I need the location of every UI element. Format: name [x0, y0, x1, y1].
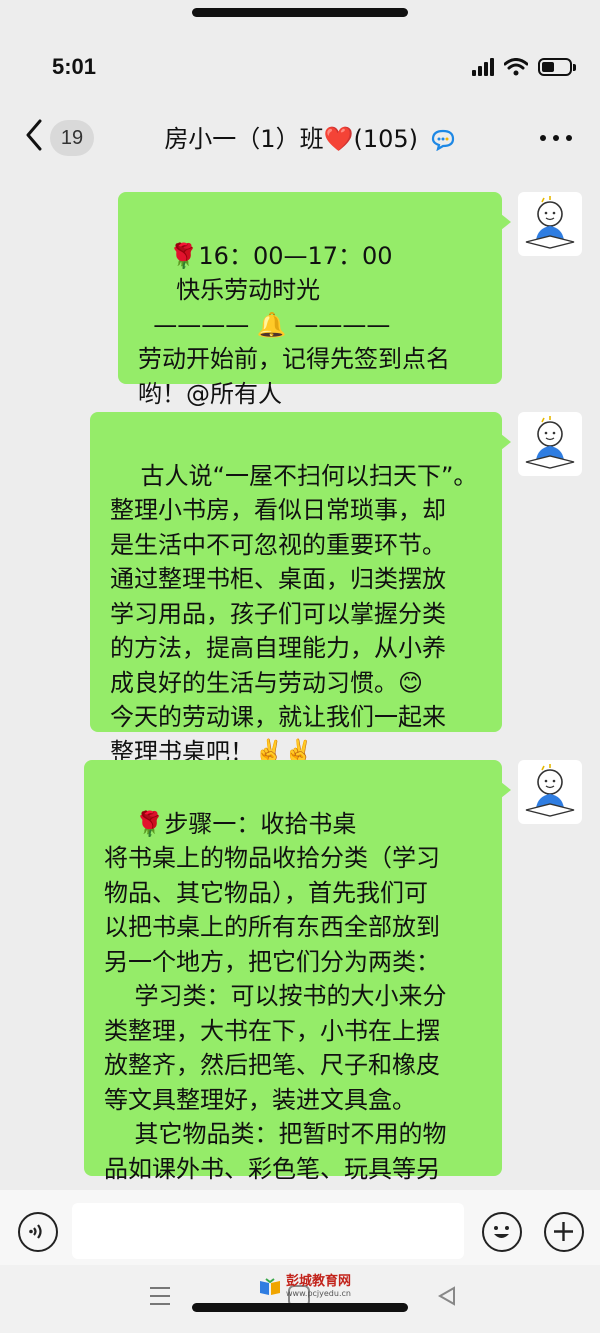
watermark-brand: 彭城教育网	[286, 1274, 352, 1289]
system-navigation-bar: 彭城教育网 www.pcjyedu.cn	[0, 1265, 600, 1333]
input-bar	[0, 1190, 600, 1270]
wifi-icon	[504, 58, 528, 76]
message-input[interactable]	[72, 1203, 464, 1259]
chat-header: 19 房小一（1）班❤️(105)	[0, 105, 600, 167]
message-list: 🌹16：00—17：00 快乐劳动时光 ———— 🔔 ———— 劳动开始前，记得…	[0, 180, 600, 1217]
battery-icon	[538, 58, 576, 76]
avatar[interactable]	[518, 192, 582, 256]
home-indicator[interactable]	[192, 1303, 408, 1312]
chat-title: 房小一（1）班❤️(105)	[120, 119, 500, 154]
message-bubble[interactable]: 古人说“一屋不扫何以扫天下”。 整理小书房，看似日常琐事，却 是生活中不可忽视的…	[90, 412, 511, 766]
back-icon[interactable]	[20, 117, 50, 153]
watermark: 彭城教育网 www.pcjyedu.cn	[258, 1275, 351, 1298]
message-text: 古人说“一屋不扫何以扫天下”。 整理小书房，看似日常琐事，却 是生活中不可忽视的…	[110, 461, 478, 766]
avatar[interactable]	[518, 412, 582, 476]
cellular-signal-icon	[472, 58, 494, 76]
top-notch-pill	[192, 8, 408, 17]
emoji-icon[interactable]	[482, 1212, 522, 1252]
chat-bubble-icon	[431, 129, 454, 151]
plus-icon[interactable]	[544, 1212, 584, 1252]
status-time: 5:01	[52, 54, 97, 79]
message-bubble[interactable]: 🌹步骤一：收拾书桌 将书桌上的物品收拾分类（学习 物品、其它物品），首先我们可 …	[84, 760, 511, 1217]
group-name: 房小一（1）班	[164, 125, 324, 153]
watermark-url: www.pcjyedu.cn	[286, 1289, 351, 1298]
message-heading: 步骤一：收拾书桌	[164, 809, 357, 838]
rose-emoji: 🌹	[134, 809, 165, 838]
message-text: 将书桌上的物品收拾分类（学习 物品、其它物品），首先我们可 以把书桌上的所有东西…	[104, 844, 447, 1217]
menu-icon[interactable]	[150, 1287, 170, 1311]
unread-count-badge[interactable]: 19	[50, 120, 94, 156]
voice-icon[interactable]	[18, 1212, 58, 1252]
message-bubble[interactable]: 🌹16：00—17：00 快乐劳动时光 ———— 🔔 ———— 劳动开始前，记得…	[118, 192, 511, 407]
more-icon[interactable]	[540, 135, 572, 141]
book-logo-icon	[260, 1277, 280, 1295]
status-bar: 5:01	[0, 48, 600, 88]
message-text: 快乐劳动时光 ———— 🔔 ———— 劳动开始前，记得先签到点名 哟！@所有人	[138, 276, 450, 408]
rose-emoji: 🌹	[168, 241, 199, 270]
member-count: (105)	[353, 125, 419, 153]
message-heading: 16：00—17：00	[198, 241, 393, 270]
avatar[interactable]	[518, 760, 582, 824]
status-icons	[472, 58, 576, 76]
heart-emoji: ❤️	[323, 125, 354, 153]
back-triangle-icon[interactable]	[436, 1285, 458, 1307]
